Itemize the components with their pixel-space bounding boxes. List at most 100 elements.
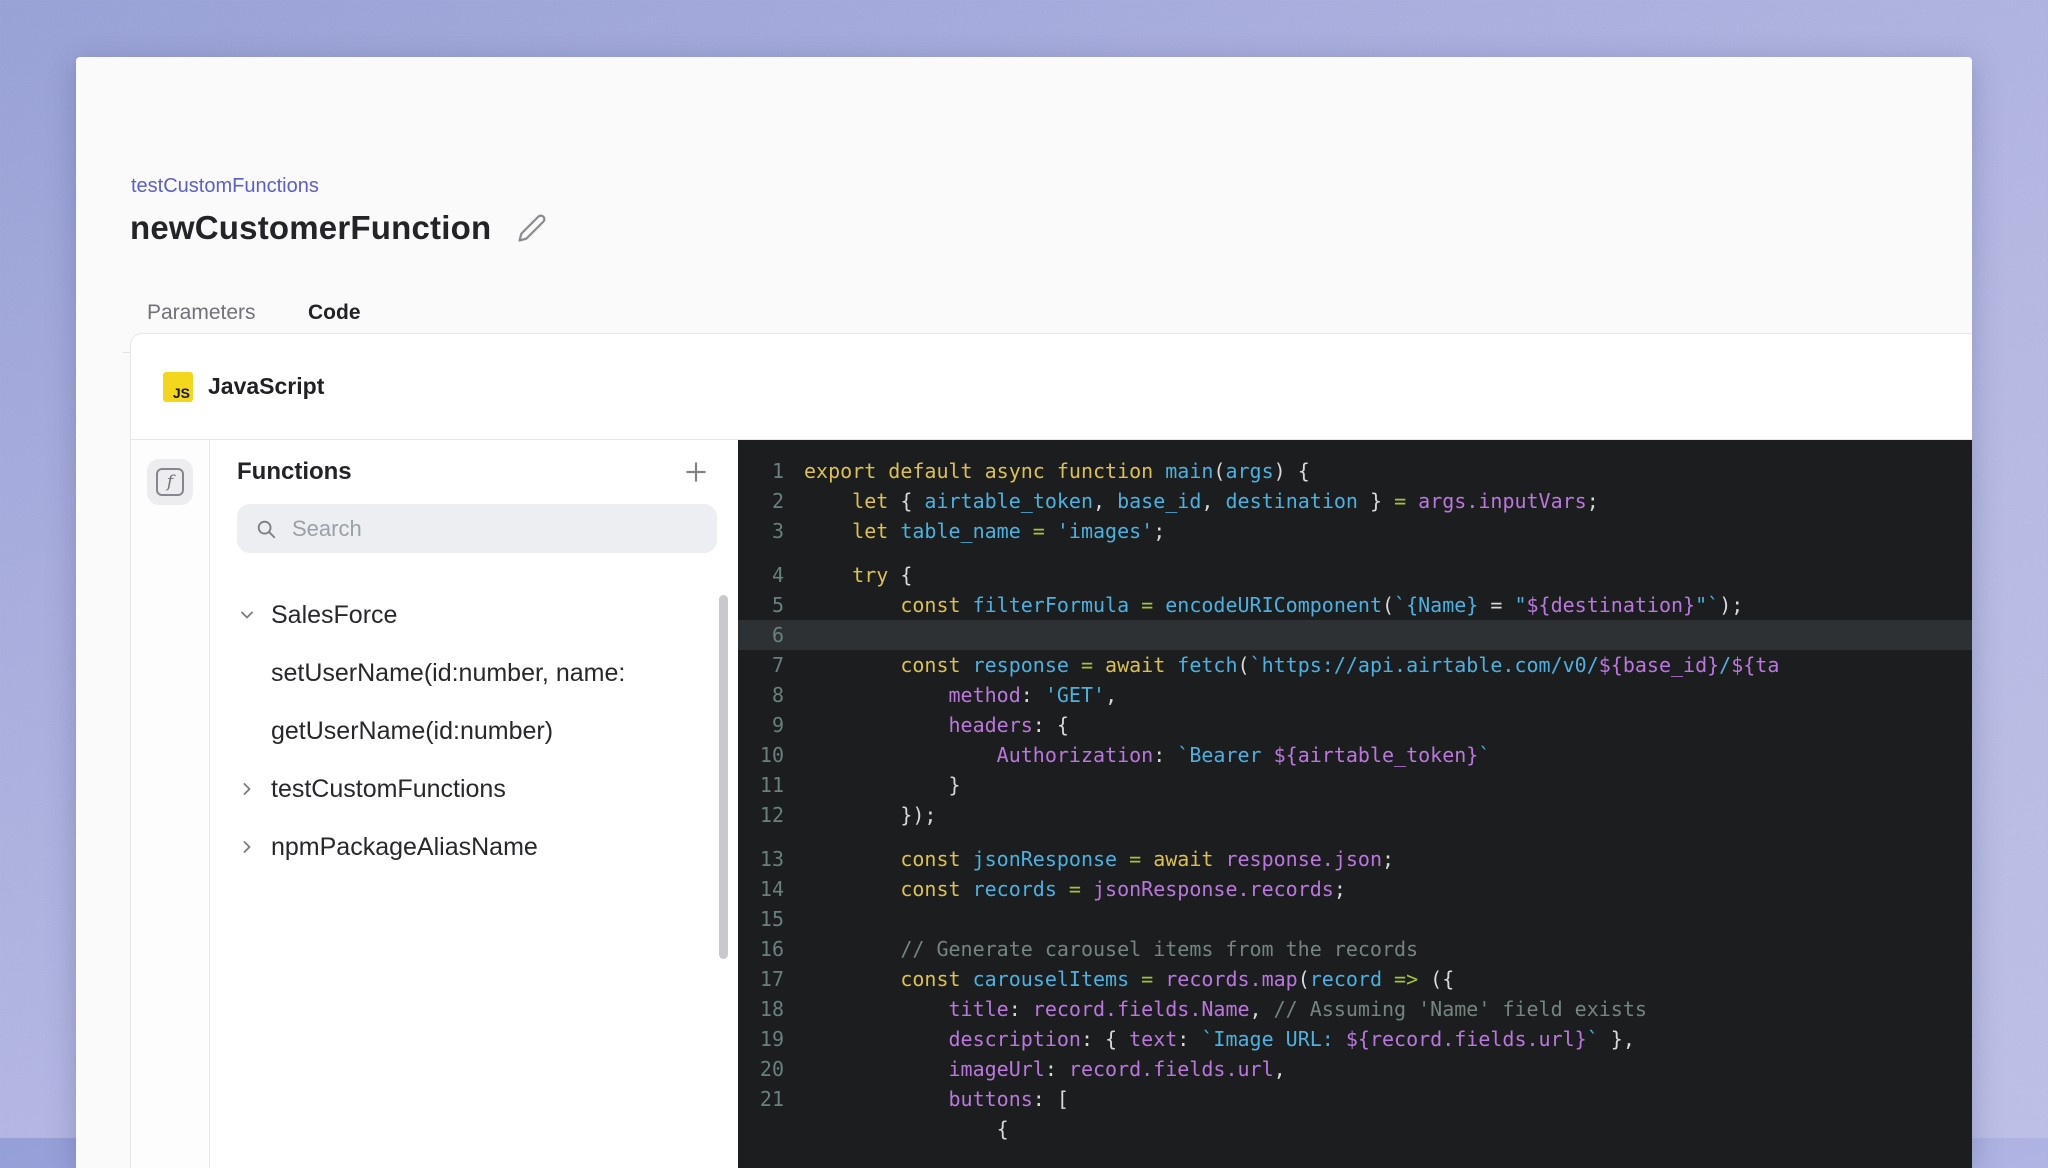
- card-body: f Functions SalesForcesetUse: [131, 440, 1972, 1168]
- code-line-content: buttons: [: [804, 1087, 1069, 1111]
- code-line[interactable]: {: [738, 1114, 1972, 1144]
- sidebar-scrollbar[interactable]: [719, 595, 728, 959]
- page-title: newCustomerFunction: [130, 209, 492, 246]
- code-line-content: title: record.fields.Name, // Assuming '…: [804, 997, 1647, 1021]
- chevron-right-icon[interactable]: [237, 779, 271, 799]
- line-number: 9: [771, 713, 784, 737]
- code-line[interactable]: 14 const records = jsonResponse.records;: [738, 874, 1972, 904]
- code-line[interactable]: 20 imageUrl: record.fields.url,: [738, 1054, 1972, 1084]
- line-number: 4: [771, 563, 784, 587]
- line-number: 1: [771, 459, 784, 483]
- tree-item[interactable]: SalesForce: [237, 586, 717, 644]
- function-icon: f: [156, 468, 184, 496]
- code-line-content: const carouselItems = records.map(record…: [804, 967, 1455, 991]
- line-number: 16: [759, 937, 784, 961]
- tree-item-label: setUserName(id:number, name:: [271, 658, 626, 687]
- code-line-content: // Generate carousel items from the reco…: [804, 937, 1419, 961]
- code-line[interactable]: 11 }: [738, 770, 1972, 800]
- code-line-content: const filterFormula = encodeURIComponent…: [804, 593, 1744, 617]
- main-panel: testCustomFunctions newCustomerFunction …: [76, 57, 1972, 1168]
- code-line-highlighted[interactable]: 6: [738, 620, 1972, 650]
- tree-item[interactable]: testCustomFunctions: [237, 760, 717, 818]
- tab-parameters[interactable]: Parameters: [147, 301, 256, 325]
- code-line-content: let { airtable_token, base_id, destinati…: [804, 489, 1599, 513]
- line-number: 8: [771, 683, 784, 707]
- tree-item-label: npmPackageAliasName: [271, 832, 538, 861]
- line-number: 15: [759, 907, 784, 931]
- left-rail: f: [131, 440, 210, 1168]
- code-line[interactable]: 8 method: 'GET',: [738, 680, 1972, 710]
- javascript-badge-label: JS: [172, 384, 190, 401]
- chevron-right-icon[interactable]: [237, 837, 271, 857]
- code-line[interactable]: 18 title: record.fields.Name, // Assumin…: [738, 994, 1972, 1024]
- line-number: 17: [759, 967, 784, 991]
- functions-heading: Functions: [237, 458, 352, 485]
- line-number: 13: [759, 847, 784, 871]
- code-line[interactable]: 7 const response = await fetch(`https://…: [738, 650, 1972, 680]
- tree-item-label: testCustomFunctions: [271, 774, 506, 803]
- chevron-down-icon[interactable]: [237, 605, 271, 625]
- code-line[interactable]: 9 headers: {: [738, 710, 1972, 740]
- line-number: 11: [759, 773, 784, 797]
- card-header: JS JavaScript: [131, 334, 1972, 440]
- magnifier-icon: [257, 520, 276, 538]
- tree-item[interactable]: setUserName(id:number, name:: [237, 644, 717, 702]
- code-line[interactable]: 21 buttons: [: [738, 1084, 1972, 1114]
- code-line-content: try {: [804, 563, 913, 587]
- code-line-content: const records = jsonResponse.records;: [804, 877, 1346, 901]
- code-line[interactable]: 10 Authorization: `Bearer ${airtable_tok…: [738, 740, 1972, 770]
- language-label: JavaScript: [208, 373, 325, 399]
- code-line[interactable]: 1 export default async function main(args…: [738, 456, 1972, 486]
- line-number: 10: [759, 743, 784, 767]
- line-number: 12: [759, 803, 784, 827]
- code-line[interactable]: 19 description: { text: `Image URL: ${re…: [738, 1024, 1972, 1054]
- line-number: 5: [771, 593, 784, 617]
- functions-header: Functions: [237, 458, 717, 486]
- tree-item[interactable]: getUserName(id:number): [237, 702, 717, 760]
- tree-item-label: SalesForce: [271, 600, 398, 629]
- code-line-content: });: [804, 803, 937, 827]
- code-line-content: }: [804, 773, 961, 797]
- code-line-content: method: 'GET',: [804, 683, 1118, 707]
- code-line-content: export default async function main(args)…: [804, 459, 1310, 483]
- line-number: 7: [771, 653, 784, 677]
- code-line-content: const jsonResponse = await response.json…: [804, 847, 1395, 871]
- code-line-content: headers: {: [804, 713, 1069, 737]
- code-line[interactable]: 4 try {: [738, 560, 1972, 590]
- line-number: 19: [759, 1027, 784, 1051]
- line-number: 18: [759, 997, 784, 1021]
- line-number: 2: [771, 489, 784, 513]
- code-editor[interactable]: 1 export default async function main(args…: [738, 440, 1972, 1168]
- code-line[interactable]: 5 const filterFormula = encodeURICompone…: [738, 590, 1972, 620]
- tree-item-label: getUserName(id:number): [271, 716, 554, 745]
- javascript-badge-icon: JS: [163, 371, 193, 402]
- code-line[interactable]: 16 // Generate carousel items from the r…: [738, 934, 1972, 964]
- functions-rail-button[interactable]: f: [147, 459, 193, 505]
- search-input[interactable]: [290, 514, 699, 543]
- code-line-content: Authorization: `Bearer ${airtable_token}…: [804, 743, 1491, 767]
- code-line-content: const response = await fetch(`https://ap…: [804, 653, 1780, 677]
- code-editor-card: JS JavaScript f Functions Search SalesFo…: [130, 333, 1972, 1168]
- tree-item[interactable]: npmPackageAliasName: [237, 818, 717, 876]
- code-line-content: imageUrl: record.fields.url,: [804, 1057, 1286, 1081]
- code-line[interactable]: 15: [738, 904, 1972, 934]
- code-line[interactable]: 2 let { airtable_token, base_id, destina…: [738, 486, 1972, 516]
- breadcrumb[interactable]: testCustomFunctions: [131, 175, 319, 198]
- line-number: 21: [759, 1087, 784, 1111]
- line-number: 3: [771, 519, 784, 543]
- title-row: newCustomerFunction: [130, 209, 547, 247]
- function-search[interactable]: [237, 504, 717, 553]
- line-number: 6: [771, 623, 784, 647]
- code-line-content: let table_name = 'images';: [804, 519, 1166, 543]
- line-number: 14: [759, 877, 784, 901]
- code-line[interactable]: 12 });: [738, 800, 1972, 830]
- code-line[interactable]: 13 const jsonResponse = await response.j…: [738, 844, 1972, 874]
- line-number: 20: [759, 1057, 784, 1081]
- edit-title-pencil-icon[interactable]: [517, 213, 547, 243]
- code-line[interactable]: 17 const carouselItems = records.map(rec…: [738, 964, 1972, 994]
- function-tree: SalesForce setUserName(id:number, name: ge…: [237, 586, 717, 876]
- code-line-content: description: { text: `Image URL: ${recor…: [804, 1027, 1635, 1051]
- code-line[interactable]: 3 let table_name = 'images';: [738, 516, 1972, 546]
- add-function-plus-icon[interactable]: [683, 459, 709, 485]
- tab-code[interactable]: Code: [308, 301, 361, 325]
